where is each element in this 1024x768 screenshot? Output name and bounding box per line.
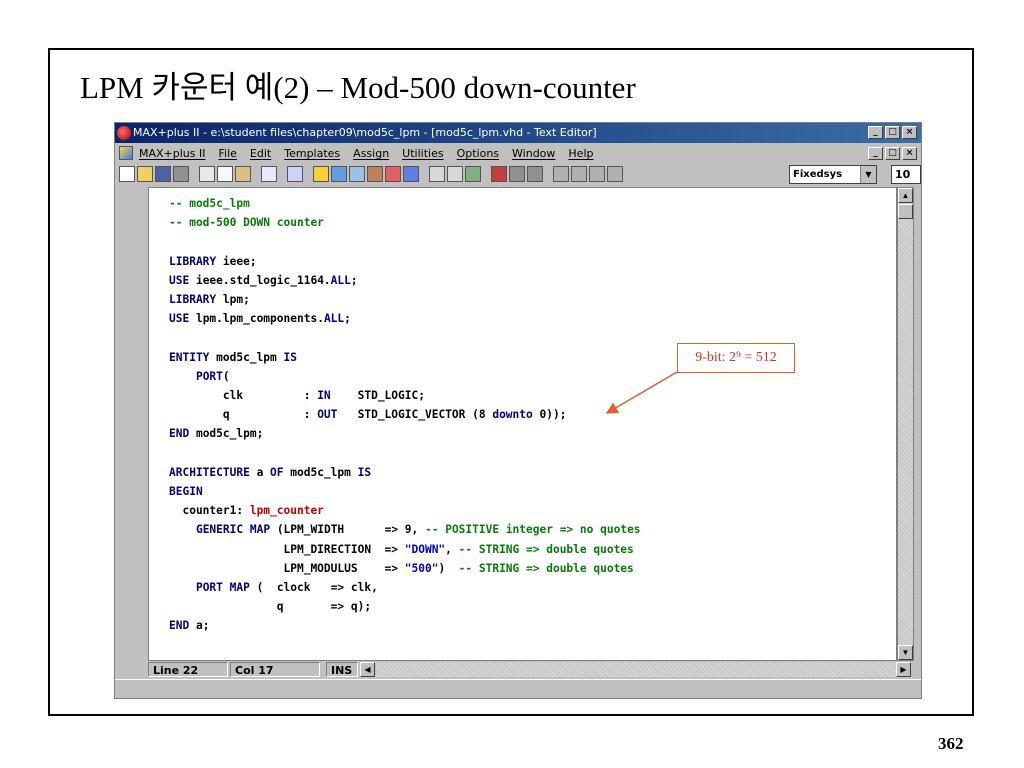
menu-window[interactable]: Window xyxy=(512,144,555,163)
code-line[interactable]: PORT( xyxy=(169,370,230,383)
copy-icon[interactable] xyxy=(217,166,233,182)
code-line[interactable]: USE lpm.lpm_components.ALL; xyxy=(169,312,351,325)
message-icon[interactable] xyxy=(447,166,463,182)
horizontal-scrollbar[interactable] xyxy=(376,662,896,677)
close-button[interactable]: × xyxy=(902,126,917,139)
menu-assign[interactable]: Assign xyxy=(353,144,389,163)
undo-icon[interactable] xyxy=(261,166,277,182)
code-line[interactable]: PORT MAP ( clock => clk, xyxy=(169,581,378,594)
chevron-down-icon[interactable]: ▼ xyxy=(860,166,876,183)
window-title: MAX+plus II - e:\student files\chapter09… xyxy=(133,126,597,139)
code-line[interactable]: USE ieee.std_logic_1164.ALL; xyxy=(169,274,358,287)
code-line[interactable]: ARCHITECTURE a OF mod5c_lpm IS xyxy=(169,466,371,479)
save-check-icon[interactable] xyxy=(509,166,525,182)
code-line[interactable]: LIBRARY lpm; xyxy=(169,293,250,306)
menu-edit[interactable]: Edit xyxy=(250,144,271,163)
menu-templates[interactable]: Templates xyxy=(284,144,340,163)
code-line[interactable]: END mod5c_lpm; xyxy=(169,427,263,440)
timing-analyzer-icon[interactable] xyxy=(403,166,419,182)
print-icon[interactable] xyxy=(173,166,189,182)
doc-close-button[interactable]: × xyxy=(902,147,917,160)
vertical-scrollbar[interactable]: ▲ ▼ xyxy=(897,187,914,661)
font-name-select[interactable]: Fixedsys ▼ xyxy=(789,165,877,184)
project-icon[interactable] xyxy=(465,166,481,182)
warning-icon[interactable] xyxy=(313,166,329,182)
code-line[interactable]: ENTITY mod5c_lpm IS xyxy=(169,351,297,364)
code-line[interactable] xyxy=(169,331,176,344)
doc-restore-button[interactable]: □ xyxy=(885,147,900,160)
window-titlebar[interactable]: MAX+plus II - e:\student files\chapter09… xyxy=(115,123,921,143)
maximize-button[interactable]: □ xyxy=(885,126,900,139)
scroll-right-icon[interactable]: ▶ xyxy=(896,662,911,677)
font-size-select[interactable]: 10 xyxy=(891,165,921,184)
save-compile-icon[interactable] xyxy=(527,166,543,182)
editor-status-bar: Line 22 Col 17 INS ◀ ▶ xyxy=(148,661,914,678)
scroll-down-icon[interactable]: ▼ xyxy=(898,645,913,660)
paste-icon[interactable] xyxy=(235,166,251,182)
compiler-icon[interactable] xyxy=(367,166,383,182)
help-pointer-icon[interactable] xyxy=(287,166,303,182)
annotation-text: 9-bit: 2⁹ = 512 xyxy=(695,350,777,365)
maxplus-window: MAX+plus II - e:\student files\chapter09… xyxy=(114,122,922,699)
font-a-icon[interactable] xyxy=(553,166,569,182)
code-line[interactable]: q : OUT STD_LOGIC_VECTOR (8 downto 0)); xyxy=(169,408,567,421)
font-name-value: Fixedsys xyxy=(793,169,843,180)
code-line[interactable]: LPM_DIRECTION => "DOWN", -- STRING => do… xyxy=(169,543,634,556)
col-indicator: Col 17 xyxy=(230,662,320,677)
menu-bar: MAX+plus II File Edit Templates Assign U… xyxy=(115,144,921,163)
code-line[interactable] xyxy=(169,447,176,460)
font-ab-icon[interactable] xyxy=(571,166,587,182)
scroll-thumb[interactable] xyxy=(898,204,913,219)
page-number: 362 xyxy=(938,734,964,753)
toolbar: Fixedsys ▼ 10 xyxy=(115,164,921,186)
code-line[interactable]: counter1: lpm_counter xyxy=(169,504,323,517)
menu-maxplus[interactable]: MAX+plus II xyxy=(139,144,206,163)
menu-options[interactable]: Options xyxy=(457,144,499,163)
new-file-icon[interactable] xyxy=(119,166,135,182)
scroll-left-icon[interactable]: ◀ xyxy=(360,662,375,677)
cut-icon[interactable] xyxy=(199,166,215,182)
menu-help[interactable]: Help xyxy=(568,144,593,163)
annotation-callout: 9-bit: 2⁹ = 512 xyxy=(677,343,795,373)
font-size-icon[interactable] xyxy=(607,166,623,182)
minimize-button[interactable]: _ xyxy=(868,126,883,139)
simulator-icon[interactable] xyxy=(385,166,401,182)
set-project-icon[interactable] xyxy=(491,166,507,182)
maxplus-app-icon xyxy=(117,126,131,140)
code-line[interactable]: END a; xyxy=(169,619,209,632)
code-area[interactable]: -- mod5c_lpm -- mod-500 DOWN counter LIB… xyxy=(169,194,641,636)
code-line[interactable]: LIBRARY ieee; xyxy=(169,255,257,268)
menu-utilities[interactable]: Utilities xyxy=(402,144,443,163)
code-line[interactable]: q => q); xyxy=(169,600,371,613)
floorplan-icon[interactable] xyxy=(349,166,365,182)
text-editor[interactable]: -- mod5c_lpm -- mod-500 DOWN counter LIB… xyxy=(148,187,897,661)
menu-file[interactable]: File xyxy=(219,144,237,163)
programmer-icon[interactable] xyxy=(429,166,445,182)
open-folder-icon[interactable] xyxy=(137,166,153,182)
code-line[interactable]: -- mod5c_lpm xyxy=(169,197,250,210)
line-indicator: Line 22 xyxy=(148,662,228,677)
code-line[interactable]: BEGIN xyxy=(169,485,203,498)
code-line[interactable]: -- mod-500 DOWN counter xyxy=(169,216,324,229)
window-status-bar xyxy=(115,679,921,698)
save-icon[interactable] xyxy=(155,166,171,182)
insert-mode-indicator: INS xyxy=(326,662,358,677)
code-line[interactable]: GENERIC MAP (LPM_WIDTH => 9, -- POSITIVE… xyxy=(169,523,641,536)
hierarchy-icon[interactable] xyxy=(331,166,347,182)
slide-title: LPM 카운터 예(2) – Mod-500 down-counter xyxy=(80,70,636,105)
scroll-up-icon[interactable]: ▲ xyxy=(898,188,913,203)
code-line[interactable]: clk : IN STD_LOGIC; xyxy=(169,389,425,402)
code-line[interactable]: LPM_MODULUS => "500") -- STRING => doubl… xyxy=(169,562,634,575)
font-style-icon[interactable] xyxy=(589,166,605,182)
code-line[interactable] xyxy=(169,235,176,248)
doc-minimize-button[interactable]: _ xyxy=(868,147,883,160)
document-icon[interactable] xyxy=(119,146,133,160)
